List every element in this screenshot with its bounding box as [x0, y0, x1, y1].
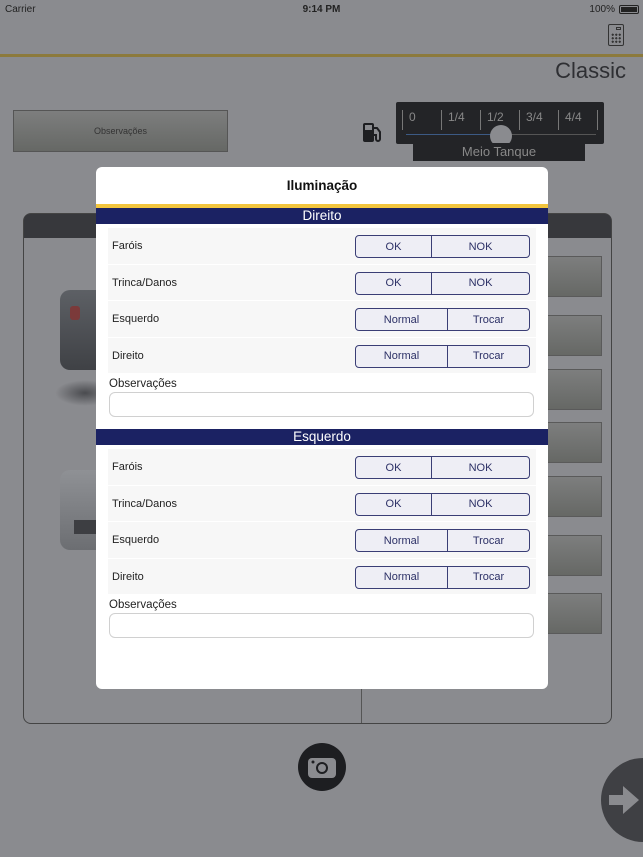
- segment-normal[interactable]: Normal: [356, 567, 447, 588]
- camera-icon: [308, 758, 336, 778]
- segment-normal[interactable]: Normal: [356, 346, 447, 367]
- row-label: Direito: [112, 349, 144, 362]
- row-label: Esquerdo: [112, 534, 160, 546]
- segment-normal[interactable]: Normal: [356, 309, 447, 330]
- clock: 9:14 PM: [302, 4, 341, 15]
- segmented-control[interactable]: OK NOK: [355, 235, 530, 258]
- segmented-control[interactable]: Normal Trocar: [355, 565, 530, 589]
- checklist-row: Trinca/Danos OK NOK: [108, 485, 536, 522]
- segment-trocar[interactable]: Trocar: [447, 345, 529, 367]
- iluminacao-modal: Iluminação Direito Faróis OK NOK Trinca/Dano…: [96, 167, 548, 689]
- checklist-row: Direito Normal Trocar: [108, 558, 536, 595]
- fuel-gauge[interactable]: 0 1/4 1/2 3/4 4/4: [396, 102, 604, 147]
- status-bar: Carrier 9:14 PM 100%: [0, 0, 643, 20]
- calculator-icon[interactable]: [608, 24, 624, 46]
- segmented-control[interactable]: Normal Trocar: [355, 344, 530, 368]
- observacoes-button[interactable]: Observações: [13, 110, 228, 152]
- section-header-direito: Direito: [96, 204, 548, 224]
- battery-icon: [619, 5, 639, 14]
- row-label: Faróis: [112, 240, 143, 252]
- camera-button[interactable]: [298, 743, 346, 791]
- observacoes-input[interactable]: [109, 613, 534, 638]
- checklist-row: Trinca/Danos OK NOK: [108, 264, 536, 301]
- row-label: Esquerdo: [112, 313, 160, 325]
- row-label: Faróis: [112, 461, 143, 473]
- segment-nok[interactable]: NOK: [431, 272, 529, 294]
- fuel-mark: 3/4: [519, 110, 558, 130]
- segment-trocar[interactable]: Trocar: [447, 309, 529, 330]
- checklist-row: Direito Normal Trocar: [108, 337, 536, 374]
- fuel-mark: 0: [402, 110, 441, 130]
- segmented-control[interactable]: OK NOK: [355, 271, 530, 295]
- segmented-control[interactable]: OK NOK: [355, 492, 530, 516]
- row-label: Trinca/Danos: [112, 497, 178, 510]
- checklist-row: Esquerdo Normal Trocar: [108, 522, 536, 559]
- fuel-fill: [406, 134, 501, 135]
- segment-trocar[interactable]: Trocar: [447, 530, 529, 551]
- fuel-mark: 1/4: [441, 110, 480, 130]
- modal-title: Iluminação: [286, 178, 358, 193]
- segment-trocar[interactable]: Trocar: [447, 566, 529, 588]
- checklist-row: Esquerdo Normal Trocar: [108, 301, 536, 338]
- observacoes-label: Observações: [109, 599, 177, 611]
- fuel-mark: 4/4: [558, 110, 598, 130]
- page-title: Classic: [555, 58, 626, 83]
- section-header-esquerdo: Esquerdo: [96, 429, 548, 445]
- segment-ok[interactable]: OK: [356, 236, 431, 257]
- segment-normal[interactable]: Normal: [356, 530, 447, 551]
- observacoes-input[interactable]: [109, 392, 534, 417]
- header-divider: [0, 54, 643, 57]
- checklist-row: Faróis OK NOK: [108, 228, 536, 265]
- fuel-pump-icon: [363, 123, 381, 142]
- segment-ok[interactable]: OK: [356, 457, 431, 478]
- segment-nok[interactable]: NOK: [431, 457, 529, 478]
- checklist-row: Faróis OK NOK: [108, 449, 536, 486]
- segmented-control[interactable]: OK NOK: [355, 456, 530, 479]
- row-label: Direito: [112, 570, 144, 583]
- battery-percent: 100%: [589, 4, 615, 15]
- segment-nok[interactable]: NOK: [431, 493, 529, 515]
- row-label: Trinca/Danos: [112, 276, 178, 289]
- segment-ok[interactable]: OK: [356, 494, 431, 515]
- arrow-right-icon: [609, 786, 639, 814]
- fuel-level-label: Meio Tanque: [413, 143, 585, 161]
- next-button[interactable]: [601, 758, 643, 842]
- segment-ok[interactable]: OK: [356, 273, 431, 294]
- observacoes-label: Observações: [109, 378, 177, 390]
- segmented-control[interactable]: Normal Trocar: [355, 308, 530, 331]
- segment-nok[interactable]: NOK: [431, 236, 529, 257]
- segmented-control[interactable]: Normal Trocar: [355, 529, 530, 552]
